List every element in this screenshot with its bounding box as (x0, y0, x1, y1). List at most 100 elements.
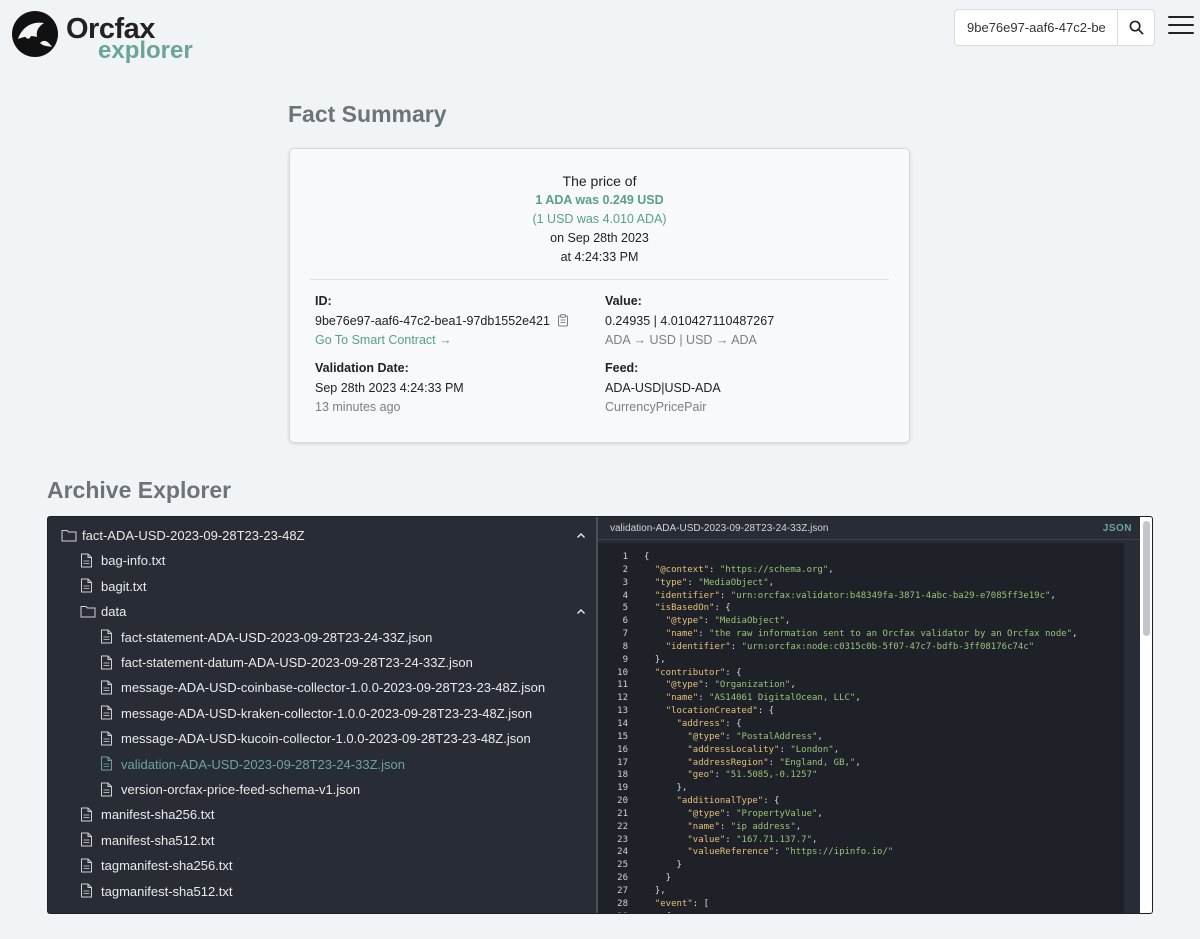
tree-folder[interactable]: data (80, 599, 596, 624)
search-input[interactable] (955, 10, 1117, 45)
tree-file[interactable]: fact-statement-ADA-USD-2023-09-28T23-24-… (100, 625, 596, 650)
file-icon (100, 705, 116, 721)
tree-folder[interactable]: fact-ADA-USD-2023-09-28T23-23-48Z (61, 523, 596, 548)
search-box (954, 9, 1155, 46)
line-number: 26 (617, 873, 628, 884)
tree-item-label: tagmanifest-sha256.txt (101, 858, 233, 874)
code-line: "event": [ (654, 898, 710, 909)
validation-date-field: Validation Date: Sep 28th 2023 4:24:33 P… (315, 359, 464, 418)
file-icon (100, 680, 116, 696)
tree-file[interactable]: manifest-sha512.txt (80, 828, 596, 853)
tree-item-label: message-ADA-USD-kucoin-collector-1.0.0-2… (121, 731, 531, 747)
code-line: "@context": "https://schema.org", (654, 564, 834, 575)
tree-file[interactable]: message-ADA-USD-kucoin-collector-1.0.0-2… (100, 726, 596, 751)
feed-value: ADA-USD|USD-ADA (605, 380, 721, 395)
code-line: "additionalType": { (676, 796, 780, 807)
clipboard-copy-icon[interactable] (557, 313, 569, 327)
line-number: 20 (617, 796, 628, 807)
tree-file[interactable]: message-ADA-USD-kraken-collector-1.0.0-2… (100, 701, 596, 726)
hamburger-menu-icon[interactable] (1168, 16, 1194, 38)
file-icon (80, 883, 96, 899)
file-icon (100, 629, 116, 645)
tree-file[interactable]: bagit.txt (80, 574, 596, 599)
line-number: 13 (617, 706, 628, 717)
code-line: }, (644, 885, 666, 896)
tree-file[interactable]: fact-statement-datum-ADA-USD-2023-09-28T… (100, 650, 596, 675)
code-line: "contributor": { (654, 667, 742, 678)
price-main: 1 ADA was 0.249 USD (535, 193, 664, 207)
smart-contract-link[interactable]: Go To Smart Contract → (315, 331, 569, 351)
code-line: } (644, 860, 682, 871)
tree-file[interactable]: tagmanifest-sha512.txt (80, 879, 596, 904)
validation-date-value: Sep 28th 2023 4:24:33 PM (315, 380, 464, 395)
line-number: 25 (617, 860, 628, 871)
code-line: "@type": "PostalAddress", (687, 731, 823, 742)
line-number: 11 (617, 680, 628, 691)
fact-summary-heading: Fact Summary (288, 101, 447, 127)
price-of-text: The price of (562, 173, 637, 189)
menu-bar (1168, 24, 1194, 26)
tree-file[interactable]: version-orcfax-price-feed-schema-v1.json (100, 777, 596, 802)
menu-bar (1168, 32, 1194, 34)
id-value: 9be76e97-aaf6-47c2-bea1-97db1552e421 (315, 313, 550, 328)
tree-file[interactable]: validation-ADA-USD-2023-09-28T23-24-33Z.… (100, 752, 596, 777)
tree-item-label: fact-statement-datum-ADA-USD-2023-09-28T… (121, 655, 473, 670)
code-line: "@type": "MediaObject", (665, 616, 791, 627)
tree-file[interactable]: bag-info.txt (80, 548, 596, 573)
line-number: 2 (622, 564, 628, 575)
line-number: 23 (617, 834, 628, 845)
file-icon (100, 756, 116, 772)
tree-item-label: bagit.txt (101, 578, 147, 594)
tree-item-label: tagmanifest-sha512.txt (101, 883, 233, 899)
line-number: 5 (622, 603, 628, 614)
line-number: 27 (617, 885, 628, 896)
value-pairs: ADA → USD | USD → ADA (605, 333, 757, 347)
feed-field: Feed: ADA-USD|USD-ADA CurrencyPricePair (605, 359, 721, 418)
search-button[interactable] (1117, 10, 1154, 45)
line-number: 12 (617, 693, 628, 704)
code-line: }, (644, 654, 666, 665)
code-viewer[interactable]: 1 2 3 4 5 6 7 8 9 10 11 12 13 14 15 16 17 18 19 20 21 22 23 24 2… (598, 543, 1124, 913)
orcfax-logo[interactable]: Orcfax explorer (10, 8, 200, 64)
line-number: 8 (622, 641, 628, 652)
chevron-up-icon[interactable] (576, 605, 586, 620)
line-number: 18 (617, 770, 628, 781)
line-number: 10 (617, 667, 628, 678)
tree-item-label: fact-statement-ADA-USD-2023-09-28T23-24-… (121, 629, 433, 645)
tree-item-label: message-ADA-USD-kraken-collector-1.0.0-2… (121, 705, 533, 721)
tree-file[interactable]: manifest-sha256.txt (80, 802, 596, 827)
value-label: Value: (605, 294, 642, 308)
vertical-scrollbar[interactable] (1140, 517, 1152, 913)
validation-date-ago: 13 minutes ago (315, 400, 401, 414)
logo-subtitle: explorer (98, 37, 193, 64)
code-line: }, (644, 783, 688, 794)
tree-item-label: fact-ADA-USD-2023-09-28T23-23-48Z (82, 528, 305, 543)
code-line: "@type": "PropertyValue", (687, 808, 823, 819)
archive-explorer-heading: Archive Explorer (47, 477, 232, 503)
line-number: 19 (617, 783, 628, 794)
code-line: } (644, 873, 672, 884)
tree-file[interactable]: message-ADA-USD-coinbase-collector-1.0.0… (100, 675, 596, 700)
code-line: "name": "the raw information sent to an … (665, 629, 1078, 640)
code-line: "type": "MediaObject", (654, 577, 775, 588)
file-icon (80, 807, 96, 823)
folder-icon (61, 528, 77, 544)
id-value-row: 9be76e97-aaf6-47c2-bea1-97db1552e421 (315, 312, 569, 332)
viewer-filename: validation-ADA-USD-2023-09-28T23-24-33Z.… (610, 523, 829, 534)
line-number: 15 (617, 731, 628, 742)
code-line: "addressRegion": "England, GB,", (687, 757, 861, 768)
code-line: "valueReference": "https://ipinfo.io/" (687, 847, 894, 858)
line-number: 7 (622, 629, 628, 640)
file-icon (100, 731, 116, 747)
code-line: "identifier": "urn:orcfax:validator:b483… (654, 590, 1056, 601)
line-number: 28 (617, 898, 628, 909)
code-line: "value": "167.71.137.7", (687, 834, 818, 845)
fact-summary-card: The price of 1 ADA was 0.249 USD (1 USD … (289, 148, 910, 443)
scrollbar-thumb[interactable] (1143, 521, 1150, 636)
line-number: 14 (617, 718, 628, 729)
line-number: 16 (617, 744, 628, 755)
chevron-up-icon[interactable] (576, 529, 586, 544)
line-number: 1 (622, 552, 628, 562)
tree-file[interactable]: tagmanifest-sha256.txt (80, 853, 596, 878)
code-line: "address": { (676, 718, 742, 729)
